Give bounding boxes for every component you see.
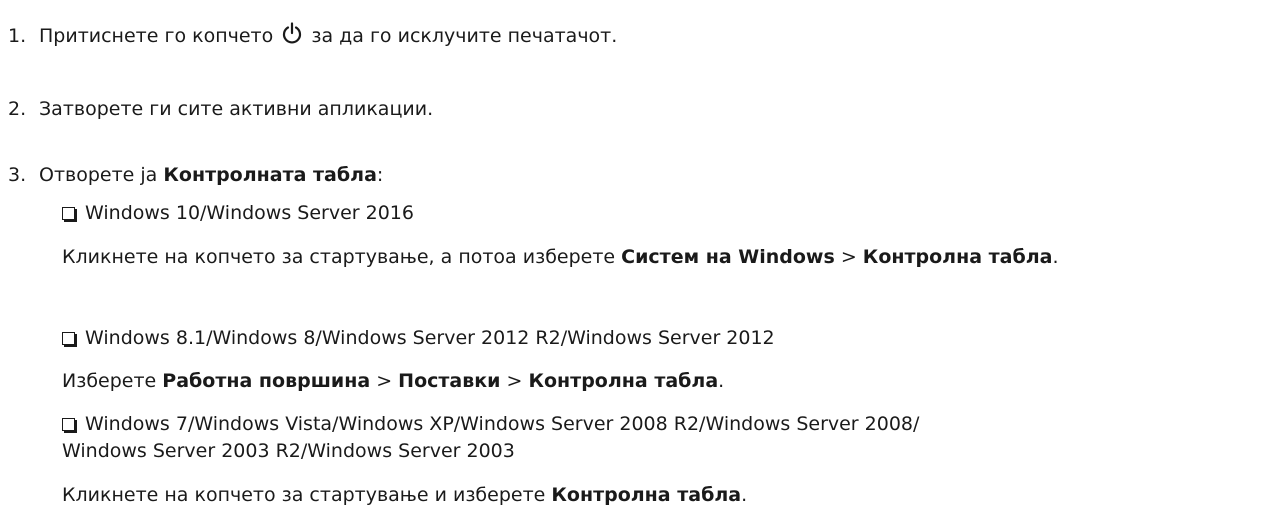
option-windows-10: Windows 10/Windows Server 2016 bbox=[62, 200, 414, 227]
option-title: Windows 8.1/Windows 8/Windows Server 201… bbox=[85, 327, 775, 349]
desc-separator: > bbox=[370, 370, 399, 392]
desc-separator: > bbox=[500, 370, 529, 392]
desc-end: . bbox=[718, 370, 725, 392]
checkbox-bullet-icon bbox=[62, 418, 75, 431]
step-text: Притиснете го копчето bbox=[39, 25, 274, 47]
desc-end: . bbox=[741, 484, 748, 506]
option-windows-7: Windows 7/Windows Vista/Windows XP/Windo… bbox=[62, 411, 919, 438]
desc-separator: > bbox=[834, 246, 863, 268]
desc-bold-system: Систем на Windows bbox=[621, 246, 835, 268]
option-windows-8: Windows 8.1/Windows 8/Windows Server 201… bbox=[62, 325, 775, 352]
desc-text: Изберете bbox=[62, 370, 163, 392]
desc-bold-desktop: Работна површина bbox=[162, 370, 371, 392]
step-text: Затворете ги сите активни апликации. bbox=[39, 98, 434, 120]
power-icon bbox=[281, 22, 303, 53]
checkbox-bullet-icon bbox=[62, 207, 75, 220]
step-1: 1. Притиснете го копчето за да го исклучи… bbox=[8, 22, 617, 53]
option-description: Изберете Работна површина > Поставки > К… bbox=[62, 368, 1288, 395]
desc-bold-control-panel: Контролна табла bbox=[551, 484, 742, 506]
step-3: 3. Отворете ја Контролната табла: bbox=[8, 162, 383, 189]
step-2: 2. Затворете ги сите активни апликации. bbox=[8, 96, 433, 123]
step-text-continued: за да го исклучите печатачот. bbox=[311, 25, 618, 47]
option-description: Кликнете на копчето за стартување и избе… bbox=[62, 482, 1288, 509]
desc-text: Кликнете на копчето за стартување, а пот… bbox=[62, 246, 622, 268]
checkbox-bullet-icon bbox=[62, 332, 75, 345]
step-text: Отворете ја bbox=[39, 164, 164, 186]
desc-end: . bbox=[1052, 246, 1059, 268]
option-title-line1: Windows 7/Windows Vista/Windows XP/Windo… bbox=[85, 413, 920, 435]
step-number: 2. bbox=[8, 98, 27, 120]
desc-text: Кликнете на копчето за стартување и избе… bbox=[62, 484, 552, 506]
desc-bold-control-panel: Контролна табла bbox=[862, 246, 1053, 268]
desc-bold-control-panel: Контролна табла bbox=[528, 370, 719, 392]
option-title-line2: Windows Server 2003 R2/Windows Server 20… bbox=[62, 440, 515, 462]
option-description: Кликнете на копчето за стартување, а пот… bbox=[62, 244, 1286, 271]
step-text-bold: Контролната табла bbox=[163, 164, 377, 186]
step-number: 3. bbox=[8, 164, 27, 186]
desc-bold-settings: Поставки bbox=[398, 370, 501, 392]
option-title: Windows 10/Windows Server 2016 bbox=[85, 202, 414, 224]
step-text-end: : bbox=[376, 164, 384, 186]
step-number: 1. bbox=[8, 25, 27, 47]
